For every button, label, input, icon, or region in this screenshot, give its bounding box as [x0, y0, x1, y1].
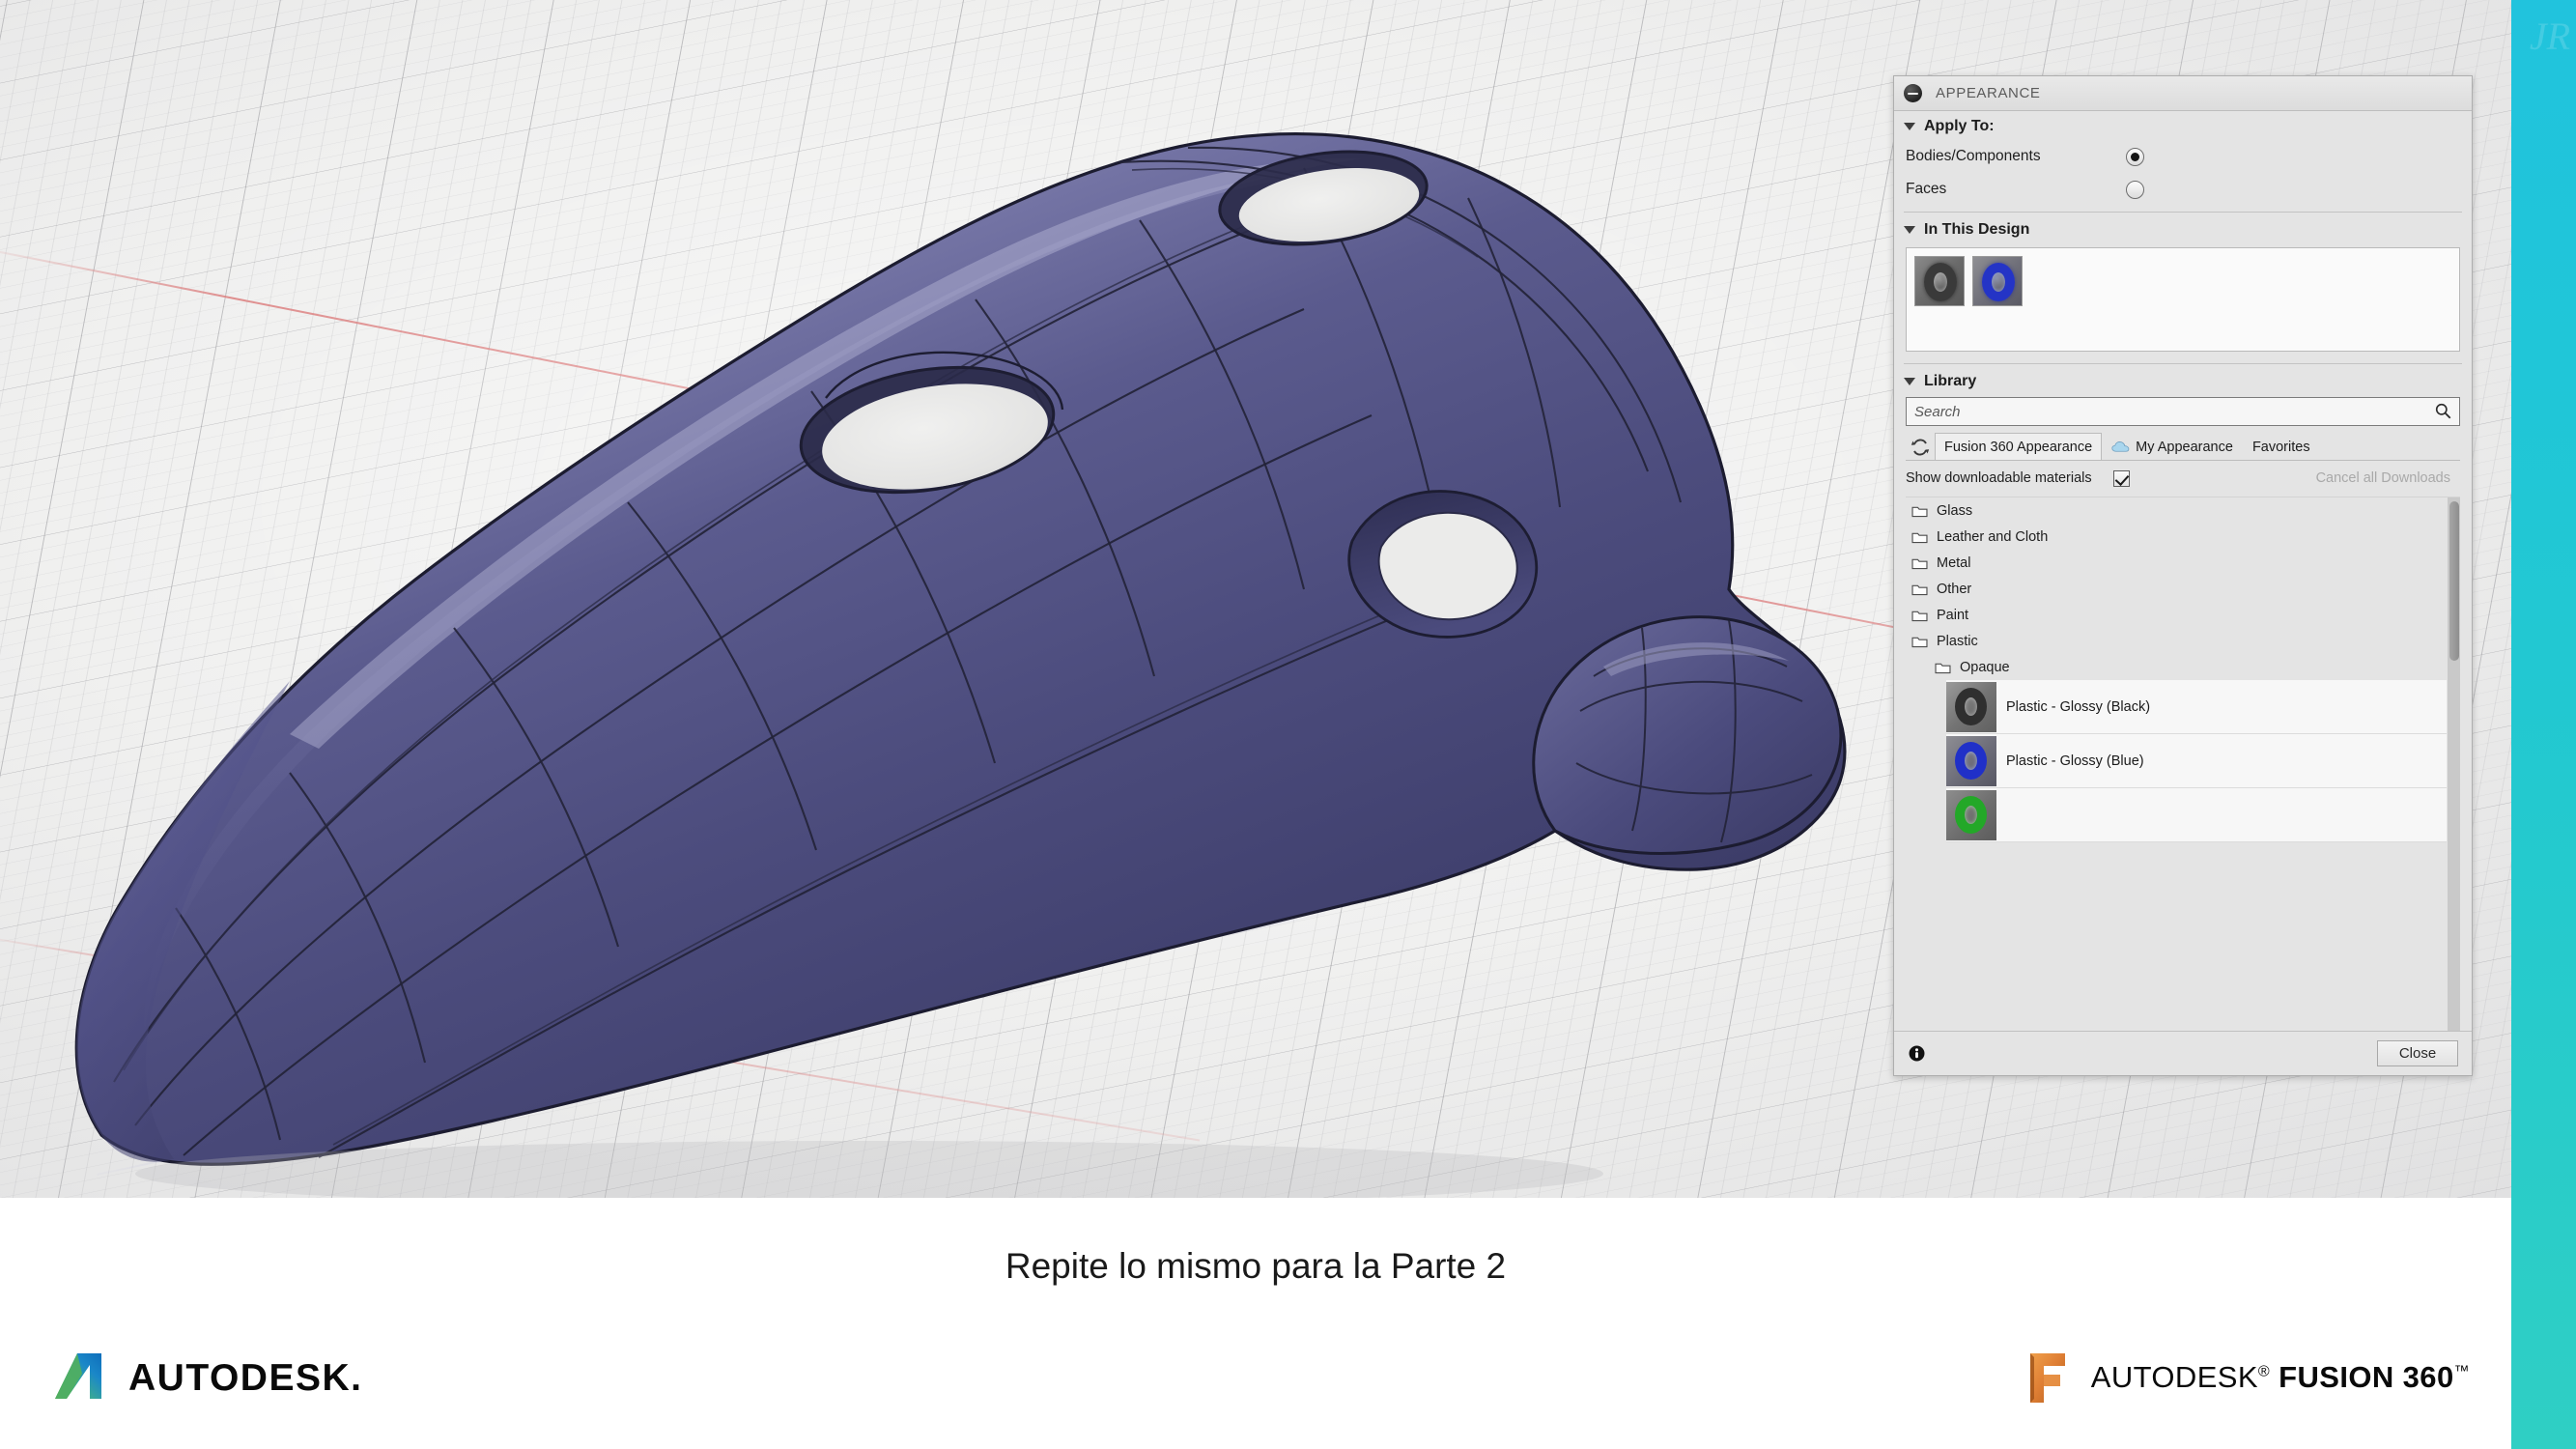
slide-caption: Repite lo mismo para la Parte 2 [1005, 1246, 1507, 1286]
folder-label: Leather and Cloth [1937, 528, 2049, 545]
watermark: JR [2529, 14, 2570, 58]
folder-icon [1911, 558, 1928, 569]
torus-icon [1982, 263, 2015, 301]
folder-label: Plastic [1937, 633, 1978, 649]
library-heading: Library [1924, 373, 1977, 389]
close-button-label: Close [2398, 1045, 2437, 1062]
folder-item-opaque[interactable]: Opaque [1906, 654, 2447, 680]
fusion-360-wordmark: AUTODESK® FUSION 360™ [2090, 1360, 2470, 1394]
fusion-360-logo: AUTODESK® FUSION 360™ [2021, 1349, 2470, 1406]
torus-icon [1924, 263, 1957, 301]
search-container [1906, 397, 2460, 426]
appearance-dialog[interactable]: APPEARANCE Apply To: Bodies/Components F… [1893, 75, 2473, 1076]
cancel-all-downloads-button[interactable]: Cancel all Downloads [2316, 470, 2450, 486]
torus-icon [1955, 795, 1987, 834]
autodesk-wordmark: AUTODESK. [128, 1357, 363, 1399]
material-thumbnail-blue [1946, 735, 1996, 786]
divider [1904, 363, 2462, 364]
folder-item-metal[interactable]: Metal [1906, 550, 2447, 576]
chevron-down-icon [1904, 226, 1915, 234]
folder-item-glass[interactable]: Glass [1906, 497, 2447, 524]
design-swatch-black[interactable] [1914, 256, 1965, 306]
list-item[interactable] [1946, 788, 2447, 842]
folder-item-plastic[interactable]: Plastic [1906, 628, 2447, 654]
apply-to-label-faces: Faces [1906, 181, 1947, 197]
close-button[interactable]: Close [2377, 1040, 2458, 1066]
fusion-f-icon [2029, 1353, 2065, 1403]
folder-item-leather-and-cloth[interactable]: Leather and Cloth [1906, 524, 2447, 550]
show-downloadable-row[interactable]: Show downloadable materials Cancel all D… [1894, 464, 2472, 493]
divider [1904, 212, 2462, 213]
tab-label: My Appearance [2136, 439, 2233, 455]
library-scrollbar[interactable] [2448, 497, 2460, 1031]
chevron-down-icon [1904, 123, 1915, 130]
apply-to-label-bodies: Bodies/Components [1906, 148, 2041, 164]
tab-my-appearance[interactable]: My Appearance [2102, 433, 2243, 460]
dialog-title: APPEARANCE [1936, 85, 2041, 101]
dialog-footer: Close [1894, 1031, 2472, 1075]
tab-label: Favorites [2251, 439, 2310, 455]
apply-to-heading: Apply To: [1924, 118, 1995, 134]
search-input[interactable] [1906, 397, 2460, 426]
refresh-button[interactable] [1906, 435, 1935, 460]
apply-to-section-header[interactable]: Apply To: [1894, 111, 2472, 140]
scrollbar-thumb[interactable] [2449, 501, 2459, 661]
library-list[interactable]: Glass Leather and Cloth Metal Other Pain… [1906, 497, 2460, 1031]
autodesk-a-mark-icon [55, 1353, 101, 1399]
folder-icon [1911, 584, 1928, 595]
chevron-down-icon [1904, 378, 1915, 385]
cloud-icon [2111, 441, 2130, 452]
library-section-header[interactable]: Library [1894, 366, 2472, 395]
folder-icon [1935, 663, 1951, 673]
folder-icon [1911, 532, 1928, 543]
radio-bodies-components[interactable] [2126, 147, 2144, 166]
material-thumbnail-green [1946, 789, 1996, 840]
list-item[interactable]: Plastic - Glossy (Black) [1946, 680, 2447, 734]
tab-favorites[interactable]: Favorites [2243, 433, 2320, 460]
folder-label: Glass [1937, 502, 1973, 519]
list-item[interactable]: Plastic - Glossy (Blue) [1946, 734, 2447, 788]
folder-icon [1911, 611, 1928, 621]
show-downloadable-checkbox[interactable] [2112, 469, 2130, 487]
folder-item-other[interactable]: Other [1906, 576, 2447, 602]
material-label: Plastic - Glossy (Blue) [2006, 753, 2144, 769]
folder-icon [1911, 506, 1928, 517]
slide-root: APPEARANCE Apply To: Bodies/Components F… [0, 0, 2576, 1449]
folder-label: Opaque [1960, 659, 2010, 675]
tab-label: Fusion 360 Appearance [1944, 439, 2093, 455]
in-this-design-section-header[interactable]: In This Design [1894, 214, 2472, 243]
folder-label: Metal [1937, 554, 1971, 571]
radio-faces[interactable] [2126, 180, 2144, 199]
material-thumbnail-black [1946, 681, 1996, 732]
autodesk-logo: AUTODESK. [53, 1350, 362, 1406]
info-icon[interactable] [1908, 1044, 1926, 1063]
apply-to-option-bodies[interactable]: Bodies/Components [1894, 140, 2472, 173]
apply-to-option-faces[interactable]: Faces [1894, 173, 2472, 206]
material-label: Plastic - Glossy (Black) [2006, 698, 2151, 715]
folder-label: Other [1937, 581, 1972, 597]
collapse-minus-icon[interactable] [1904, 84, 1922, 102]
dialog-body: Apply To: Bodies/Components Faces In Thi… [1894, 111, 2472, 1031]
show-downloadable-label: Show downloadable materials [1906, 470, 2092, 486]
in-this-design-swatch-list [1906, 247, 2460, 352]
folder-label: Paint [1937, 607, 1969, 623]
model-recess-pocket [1347, 490, 1539, 639]
library-tabs[interactable]: Fusion 360 Appearance My Appearance Favo… [1906, 432, 2460, 461]
torus-icon [1955, 687, 1987, 725]
tab-fusion-360-appearance[interactable]: Fusion 360 Appearance [1935, 433, 2103, 460]
folder-icon [1911, 637, 1928, 647]
folder-item-paint[interactable]: Paint [1906, 602, 2447, 628]
torus-icon [1955, 741, 1987, 780]
library-list-scroll: Glass Leather and Cloth Metal Other Pain… [1906, 497, 2447, 1031]
dialog-header: APPEARANCE [1894, 76, 2472, 111]
refresh-icon [1911, 439, 1930, 456]
in-this-design-heading: In This Design [1924, 221, 2030, 238]
accent-bar: JR [2511, 0, 2576, 1449]
design-swatch-blue[interactable] [1972, 256, 2023, 306]
